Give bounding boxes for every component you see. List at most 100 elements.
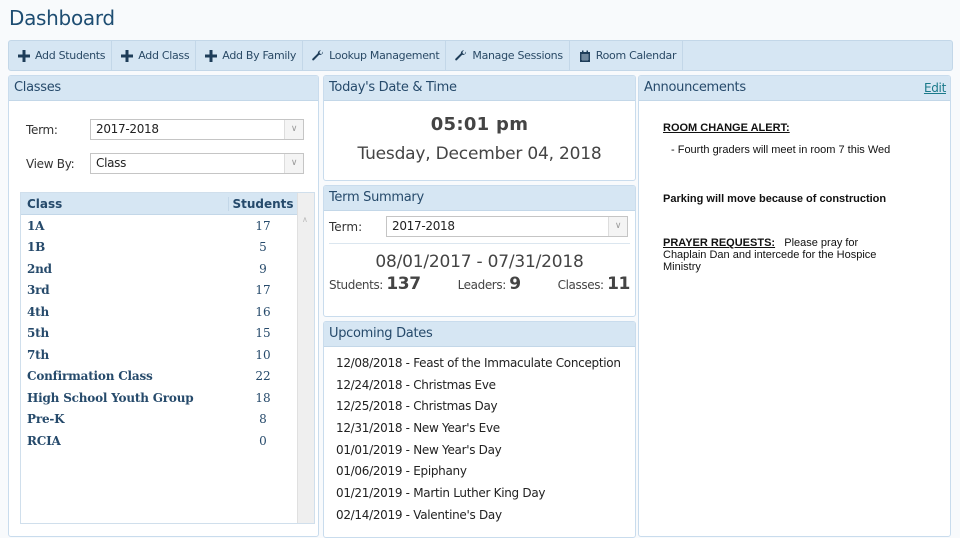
classes-stat-label: Classes: (557, 278, 604, 292)
edit-announcements-link[interactable]: Edit (924, 76, 946, 100)
students-count: 137 (386, 274, 421, 294)
chevron-down-icon: ∨ (608, 217, 627, 236)
announcements-title-text: Announcements (644, 80, 746, 95)
term-row: Term: 2017-2018 ∨ (26, 119, 304, 140)
table-row[interactable]: RCIA 0 (21, 430, 297, 452)
classes-grid: Class Students 1A 17 1B 5 2nd 9 3rd 17 4th 16 5th 1… (20, 192, 315, 524)
datetime-panel-title: Today's Date & Time (324, 76, 635, 101)
table-row[interactable]: Pre-K 8 (21, 409, 297, 431)
term-select-value: 2017-2018 (96, 122, 159, 136)
calendar-icon (579, 50, 590, 62)
student-count: 10 (255, 347, 271, 362)
viewby-select-value: Class (96, 156, 127, 170)
class-name[interactable]: 1A (21, 219, 229, 233)
term-summary-term-row: Term: 2017-2018 ∨ (324, 211, 635, 237)
room-calendar-button[interactable]: Room Calendar (570, 41, 684, 70)
list-item: 12/24/2018 - Christmas Eve (336, 377, 496, 392)
scrollbar[interactable]: ∧ (297, 193, 314, 523)
add-class-button[interactable]: Add Class (112, 41, 197, 70)
students-stat-label: Students: (329, 278, 383, 292)
list-item: 01/21/2019 - Martin Luther King Day (336, 486, 546, 501)
upcoming-dates-title: Upcoming Dates (324, 322, 635, 347)
table-row[interactable]: 5th 15 (21, 323, 297, 345)
column-header-students[interactable]: Students (228, 196, 297, 211)
current-date: Tuesday, December 04, 2018 (357, 144, 602, 164)
classes-grid-header: Class Students (21, 193, 297, 215)
lookup-management-label: Lookup Management (329, 49, 440, 62)
room-change-heading: ROOM CHANGE ALERT: (663, 122, 790, 134)
list-item: 02/14/2019 - Valentine's Day (336, 507, 502, 522)
table-row[interactable]: 1B 5 (21, 237, 297, 259)
add-by-family-label: Add By Family (222, 49, 297, 62)
class-name[interactable]: 7th (21, 348, 229, 362)
prayer-requests: PRAYER REQUESTS: Please pray for Chaplai… (663, 237, 903, 273)
add-students-button[interactable]: Add Students (9, 41, 113, 70)
student-count: 9 (259, 261, 267, 276)
page-title: Dashboard (9, 6, 115, 30)
table-row[interactable]: 3rd 17 (21, 280, 297, 302)
divider (329, 243, 630, 244)
classes-grid-body: 1A 17 1B 5 2nd 9 3rd 17 4th 16 5th 15 7th 10 Confirmat… (21, 215, 297, 452)
table-row[interactable]: 4th 16 (21, 301, 297, 323)
plus-icon (18, 49, 30, 62)
table-row[interactable]: Confirmation Class 22 (21, 366, 297, 388)
viewby-label: View By: (26, 156, 75, 171)
leaders-stat: Leaders: 9 (457, 274, 522, 294)
announcements-panel: Announcements Edit ROOM CHANGE ALERT: - … (638, 75, 951, 537)
viewby-select[interactable]: Class ∨ (90, 153, 304, 174)
announcements-title: Announcements Edit (639, 76, 950, 101)
add-class-label: Add Class (138, 49, 190, 62)
room-calendar-label: Room Calendar (595, 49, 677, 62)
class-name[interactable]: 2nd (21, 262, 229, 276)
table-row[interactable]: 2nd 9 (21, 258, 297, 280)
student-count: 0 (259, 433, 267, 448)
student-count: 17 (255, 218, 271, 233)
scroll-up-icon[interactable]: ∧ (302, 215, 308, 224)
class-name[interactable]: 4th (21, 305, 229, 319)
plus-icon (121, 49, 134, 62)
prayer-heading: PRAYER REQUESTS: (663, 237, 776, 249)
class-name[interactable]: Confirmation Class (21, 369, 229, 383)
classes-count: 11 (607, 274, 630, 294)
toolbar: Add Students Add Class Add By Family Loo… (8, 40, 953, 71)
term-summary-panel: Term Summary Term: 2017-2018 ∨ 08/01/201… (323, 185, 636, 317)
student-count: 22 (255, 369, 271, 384)
term-summary-select-value: 2017-2018 (392, 219, 455, 233)
parking-announcement: Parking will move because of constructio… (663, 193, 887, 205)
student-count: 15 (255, 326, 271, 341)
student-count: 16 (255, 304, 271, 319)
term-select[interactable]: 2017-2018 ∨ (90, 119, 304, 140)
wrench-icon (312, 49, 324, 60)
manage-sessions-button[interactable]: Manage Sessions (446, 41, 570, 70)
student-count: 17 (255, 283, 271, 298)
lookup-management-button[interactable]: Lookup Management (303, 41, 447, 70)
table-row[interactable]: High School Youth Group 18 (21, 387, 297, 409)
leaders-stat-label: Leaders: (457, 278, 507, 292)
add-by-family-button[interactable]: Add By Family (196, 41, 304, 70)
classes-panel-title: Classes (9, 76, 318, 101)
student-count: 8 (259, 412, 267, 427)
term-summary-select[interactable]: 2017-2018 ∨ (386, 216, 628, 237)
column-header-class[interactable]: Class (21, 197, 228, 211)
table-row[interactable]: 7th 10 (21, 344, 297, 366)
term-stats: Students: 137 Leaders: 9 Classes: 11 (324, 272, 635, 294)
upcoming-dates-list: 12/08/2018 - Feast of the Immaculate Con… (324, 347, 635, 527)
leaders-count: 9 (509, 274, 521, 294)
viewby-row: View By: Class ∨ (26, 153, 304, 174)
class-name[interactable]: 1B (21, 240, 229, 254)
class-name[interactable]: 5th (21, 326, 229, 340)
term-date-range: 08/01/2017 - 07/31/2018 (375, 252, 584, 272)
current-time: 05:01 pm (430, 114, 529, 135)
upcoming-dates-panel: Upcoming Dates 12/08/2018 - Feast of the… (323, 321, 636, 538)
students-stat: Students: 137 (329, 274, 421, 294)
class-name[interactable]: 3rd (21, 283, 229, 297)
student-count: 5 (259, 240, 267, 255)
student-count: 18 (255, 390, 271, 405)
class-name[interactable]: RCIA (21, 434, 229, 448)
term-label: Term: (26, 122, 58, 137)
list-item: 12/31/2018 - New Year's Eve (336, 421, 500, 436)
class-name[interactable]: High School Youth Group (21, 391, 229, 405)
table-row[interactable]: 1A 17 (21, 215, 297, 237)
class-name[interactable]: Pre-K (21, 412, 229, 426)
list-item: 12/08/2018 - Feast of the Immaculate Con… (336, 356, 621, 370)
